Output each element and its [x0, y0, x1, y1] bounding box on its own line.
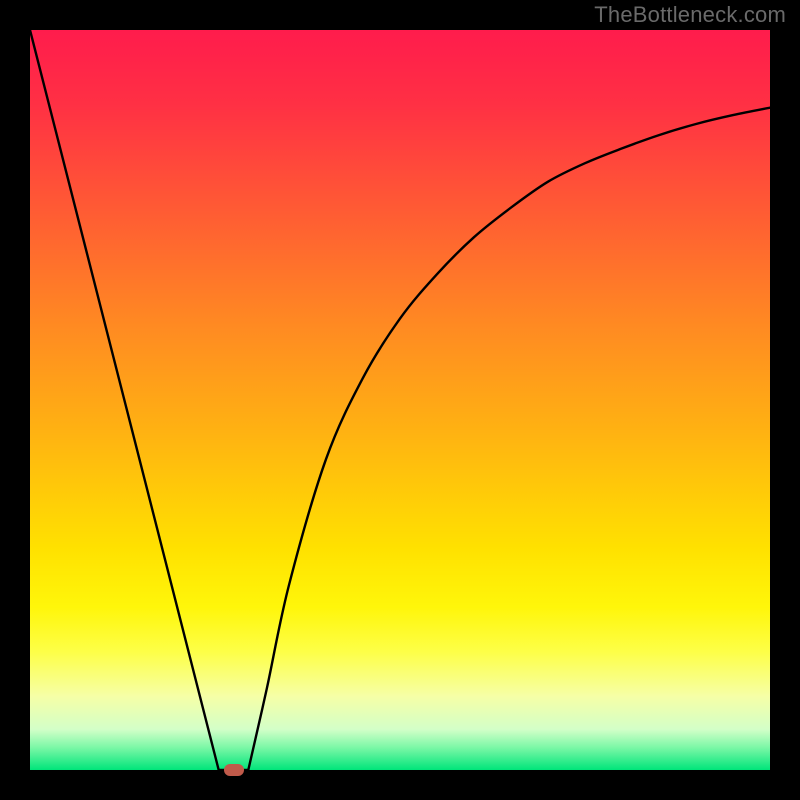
plot-area [30, 30, 770, 770]
gradient-background [30, 30, 770, 770]
chart-svg [30, 30, 770, 770]
minimum-marker [224, 764, 244, 776]
chart-frame: TheBottleneck.com [0, 0, 800, 800]
watermark-text: TheBottleneck.com [594, 2, 786, 28]
